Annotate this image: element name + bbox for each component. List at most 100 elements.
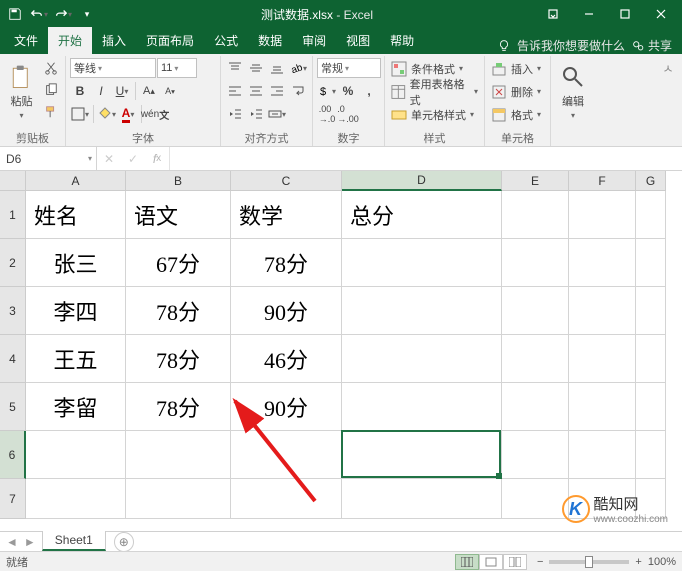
cell-C1[interactable]: 数学 xyxy=(231,191,342,239)
cell-E1[interactable] xyxy=(502,191,569,239)
collapse-ribbon-button[interactable]: ㅅ xyxy=(658,58,678,78)
cell-B3[interactable]: 78分 xyxy=(126,287,231,335)
cell-E4[interactable] xyxy=(502,335,569,383)
bold-button[interactable]: B xyxy=(70,81,90,101)
delete-cells-button[interactable]: 删除▾ xyxy=(489,81,543,102)
cell-D7[interactable] xyxy=(342,479,502,519)
align-right-button[interactable] xyxy=(267,81,287,101)
align-top-button[interactable] xyxy=(225,58,245,78)
cell-D1[interactable]: 总分 xyxy=(342,191,502,239)
align-bottom-button[interactable] xyxy=(267,58,287,78)
font-name-combo[interactable]: 等线▾ xyxy=(70,58,156,78)
cell-B6[interactable] xyxy=(126,431,231,479)
format-cells-button[interactable]: 格式▾ xyxy=(489,104,543,125)
tab-page-layout[interactable]: 页面布局 xyxy=(136,27,204,54)
cut-button[interactable] xyxy=(41,58,61,78)
cell-F1[interactable] xyxy=(569,191,636,239)
cell-E3[interactable] xyxy=(502,287,569,335)
row-header-1[interactable]: 1 xyxy=(0,191,26,239)
column-header-D[interactable]: D xyxy=(342,171,502,191)
cell-A5[interactable]: 李留 xyxy=(26,383,126,431)
column-header-E[interactable]: E xyxy=(502,171,569,191)
cell-F2[interactable] xyxy=(569,239,636,287)
format-as-table-button[interactable]: 套用表格格式▾ xyxy=(389,81,480,102)
cell-G3[interactable] xyxy=(636,287,666,335)
tab-file[interactable]: 文件 xyxy=(4,27,48,54)
sheet-nav-next[interactable]: ► xyxy=(24,535,36,549)
cell-E2[interactable] xyxy=(502,239,569,287)
cell-G1[interactable] xyxy=(636,191,666,239)
cell-G6[interactable] xyxy=(636,431,666,479)
align-middle-button[interactable] xyxy=(246,58,266,78)
save-button[interactable] xyxy=(4,3,26,25)
cell-C2[interactable]: 78分 xyxy=(231,239,342,287)
align-center-button[interactable] xyxy=(246,81,266,101)
zoom-level[interactable]: 100% xyxy=(648,556,676,568)
normal-view-button[interactable] xyxy=(455,554,479,570)
zoom-slider[interactable] xyxy=(549,560,629,564)
editing-button[interactable]: 编辑▾ xyxy=(555,58,591,124)
column-header-F[interactable]: F xyxy=(569,171,636,191)
column-header-B[interactable]: B xyxy=(126,171,231,191)
enter-formula-button[interactable]: ✓ xyxy=(121,149,145,169)
cell-F6[interactable] xyxy=(569,431,636,479)
worksheet-grid[interactable]: ABCDEFG 1234567 姓名语文数学总分张三67分78分李四78分90分… xyxy=(0,171,682,531)
percent-button[interactable]: % xyxy=(338,81,358,101)
sheet-nav-prev[interactable]: ◄ xyxy=(6,535,18,549)
phonetic-button[interactable]: wén文 xyxy=(145,104,165,124)
cell-C3[interactable]: 90分 xyxy=(231,287,342,335)
increase-indent-button[interactable] xyxy=(246,104,266,124)
qat-customize[interactable]: ▾ xyxy=(76,3,98,25)
border-button[interactable]: ▾ xyxy=(70,104,90,124)
font-size-combo[interactable]: 11▾ xyxy=(157,58,197,78)
cell-E6[interactable] xyxy=(502,431,569,479)
cell-F4[interactable] xyxy=(569,335,636,383)
tab-home[interactable]: 开始 xyxy=(48,27,92,54)
cell-D4[interactable] xyxy=(342,335,502,383)
row-header-3[interactable]: 3 xyxy=(0,287,26,335)
underline-button[interactable]: U▾ xyxy=(112,81,132,101)
increase-decimal-button[interactable]: .00→.0 xyxy=(317,104,337,124)
name-box[interactable]: D6▾ xyxy=(0,147,97,170)
cancel-formula-button[interactable]: ✕ xyxy=(97,149,121,169)
cell-B7[interactable] xyxy=(126,479,231,519)
row-header-6[interactable]: 6 xyxy=(0,431,26,479)
tab-help[interactable]: 帮助 xyxy=(380,27,424,54)
cell-A1[interactable]: 姓名 xyxy=(26,191,126,239)
page-layout-view-button[interactable] xyxy=(479,554,503,570)
cell-A4[interactable]: 王五 xyxy=(26,335,126,383)
redo-button[interactable]: ▾ xyxy=(52,3,74,25)
cell-E5[interactable] xyxy=(502,383,569,431)
tell-me-text[interactable]: 告诉我你想要做什么 xyxy=(517,37,625,54)
decrease-indent-button[interactable] xyxy=(225,104,245,124)
cell-B4[interactable]: 78分 xyxy=(126,335,231,383)
select-all-corner[interactable] xyxy=(0,171,26,191)
copy-button[interactable] xyxy=(41,80,61,100)
cell-E7[interactable] xyxy=(502,479,569,519)
tab-view[interactable]: 视图 xyxy=(336,27,380,54)
cell-C5[interactable]: 90分 xyxy=(231,383,342,431)
italic-button[interactable]: I xyxy=(91,81,111,101)
number-format-combo[interactable]: 常规▾ xyxy=(317,58,381,78)
cell-G2[interactable] xyxy=(636,239,666,287)
wrap-text-button[interactable] xyxy=(288,81,308,101)
paste-button[interactable]: 粘贴▾ xyxy=(4,58,39,124)
cell-D5[interactable] xyxy=(342,383,502,431)
ribbon-options-button[interactable] xyxy=(536,3,570,25)
align-left-button[interactable] xyxy=(225,81,245,101)
tab-insert[interactable]: 插入 xyxy=(92,27,136,54)
accounting-format-button[interactable]: $▾ xyxy=(317,81,337,101)
zoom-in-button[interactable]: + xyxy=(635,556,641,568)
decrease-font-button[interactable]: A▾ xyxy=(160,81,180,101)
cell-A3[interactable]: 李四 xyxy=(26,287,126,335)
page-break-view-button[interactable] xyxy=(503,554,527,570)
row-header-5[interactable]: 5 xyxy=(0,383,26,431)
fill-color-button[interactable]: ▾ xyxy=(97,104,117,124)
undo-button[interactable]: ▾ xyxy=(28,3,50,25)
cell-C4[interactable]: 46分 xyxy=(231,335,342,383)
cell-D6[interactable] xyxy=(342,431,502,479)
font-color-button[interactable]: A▾ xyxy=(118,104,138,124)
zoom-out-button[interactable]: − xyxy=(537,556,543,568)
minimize-button[interactable] xyxy=(572,3,606,25)
format-painter-button[interactable] xyxy=(41,102,61,122)
